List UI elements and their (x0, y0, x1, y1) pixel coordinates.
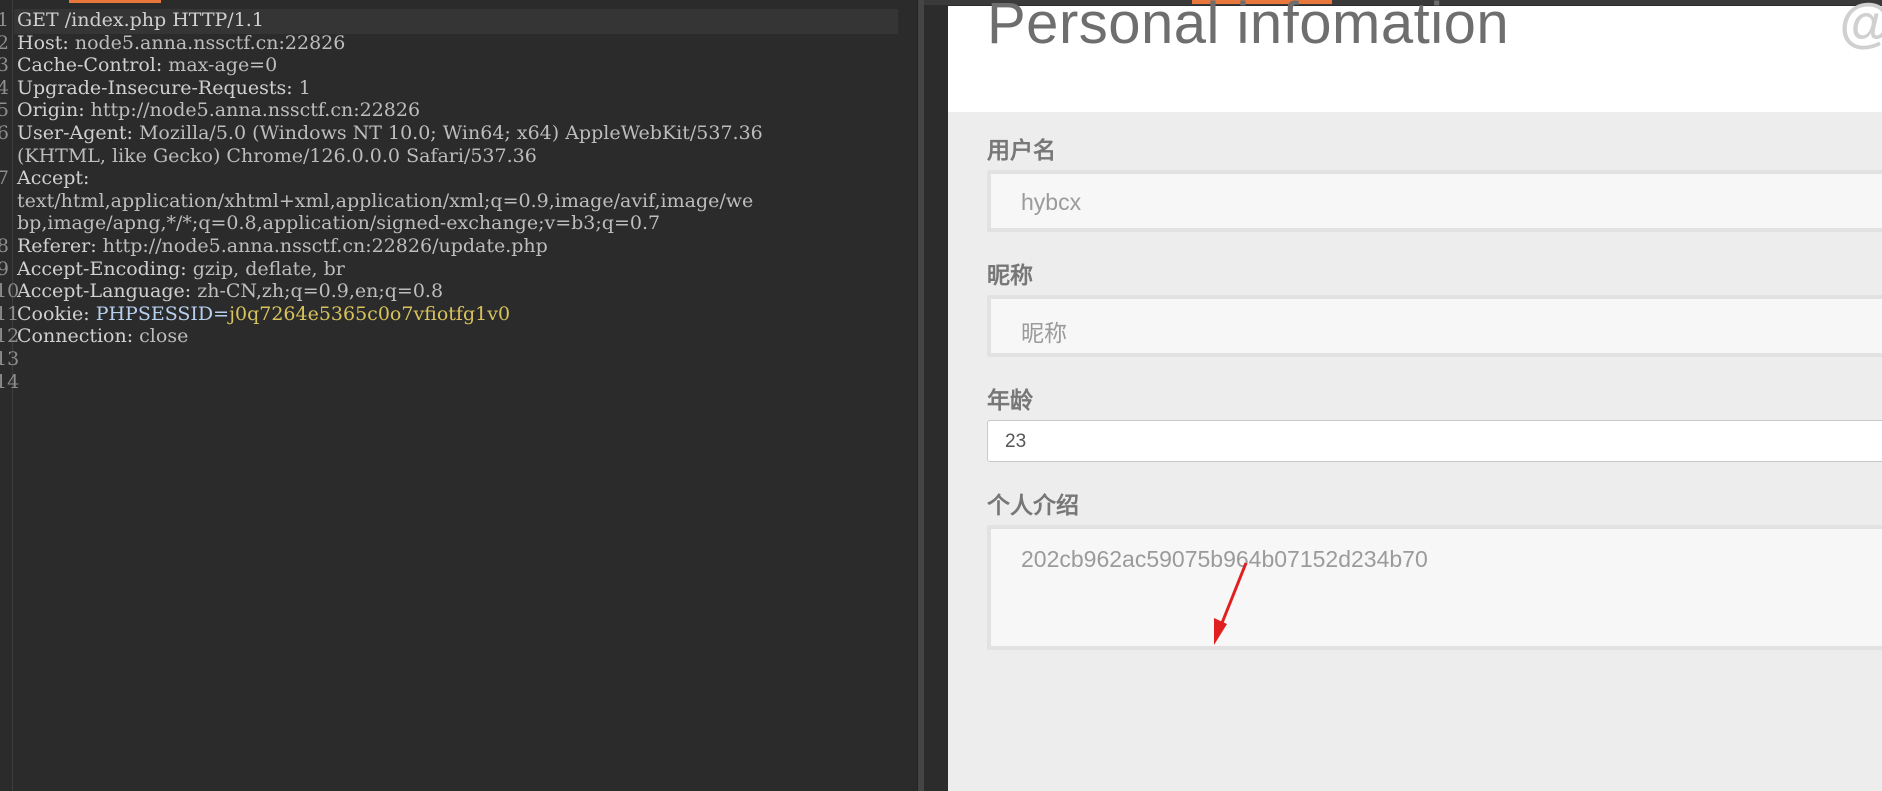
bio-textarea[interactable]: 202cb962ac59075b964b07152d234b70 (987, 525, 1882, 650)
request-line[interactable]: (KHTML, like Gecko) Chrome/126.0.0.0 Saf… (17, 143, 537, 170)
header-name: GET /index.php HTTP/1.1 (17, 9, 264, 31)
header-name: Upgrade-Insecure-Requests: (17, 76, 293, 99)
line-number: 7 (0, 167, 9, 190)
header-name: Origin: (17, 99, 85, 122)
header-value: http://node5.anna.nssctf.cn:22826/update… (96, 235, 548, 257)
corner-logo: @ (1839, 0, 1882, 54)
nickname-field[interactable]: 昵称 (987, 295, 1882, 357)
header-name: Accept-Encoding: (17, 257, 187, 280)
header-value: bp,image/apng,*/*;q=0.8,application/sign… (17, 212, 661, 235)
header-value: close (133, 325, 189, 348)
username-field[interactable]: hybcx (987, 170, 1882, 232)
request-tab-indicator (69, 0, 161, 3)
header-name: Accept-Language: (17, 280, 192, 303)
request-line[interactable]: Connection: close (17, 323, 188, 350)
bio-label: 个人介绍 (987, 493, 1079, 519)
header-name: Host: (17, 31, 69, 54)
header-name: User-Agent: (17, 122, 133, 144)
username-value: hybcx (1021, 189, 1082, 215)
request-editor[interactable]: 1234567891011121314 GET /index.php HTTP/… (0, 0, 917, 791)
header-name: Referer: (17, 235, 97, 257)
header-name: Cache-Control: (17, 54, 163, 77)
header-name: Connection: (17, 325, 134, 348)
header-value: 1 (292, 76, 311, 99)
header-value: node5.anna.nssctf.cn:22826 (68, 31, 346, 54)
cookie-name: PHPSESSID= (95, 302, 230, 325)
header-value: text/html,application/xhtml+xml,applicat… (17, 189, 754, 212)
header-value: http://node5.anna.nssctf.cn:22826 (84, 99, 421, 122)
line-number: 14 (0, 369, 19, 396)
age-field[interactable]: 23 (987, 420, 1882, 462)
line-number: 6 (0, 122, 9, 144)
header-value: Mozilla/5.0 (Windows NT 10.0; Win64; x64… (132, 122, 763, 144)
header-value: gzip, deflate, br (186, 257, 345, 280)
header-value: max-age=0 (162, 54, 278, 77)
username-label: 用户名 (987, 138, 1056, 164)
profile-page: Personal infomation @ 用户名 hybcx 昵称 昵称 年龄… (948, 0, 1882, 791)
cookie-value: j0q7264e5365c0o7vfiotfg1v0 (229, 302, 511, 325)
header-name: Cookie: (17, 302, 90, 325)
age-value: 23 (1005, 431, 1027, 452)
header-value: zh-CN,zh;q=0.9,en;q=0.8 (191, 280, 444, 303)
browser-view: Personal infomation @ 用户名 hybcx 昵称 昵称 年龄… (924, 0, 1882, 791)
header-name: Accept: (17, 167, 90, 190)
bio-value: 202cb962ac59075b964b07152d234b70 (1021, 546, 1428, 572)
nickname-placeholder: 昵称 (1021, 320, 1067, 346)
page-title: Personal infomation (987, 0, 1510, 56)
header-value: (KHTML, like Gecko) Chrome/126.0.0.0 Saf… (17, 144, 537, 167)
page-header: Personal infomation @ (948, 0, 1882, 112)
age-label: 年龄 (987, 388, 1033, 414)
nickname-label: 昵称 (987, 263, 1033, 289)
